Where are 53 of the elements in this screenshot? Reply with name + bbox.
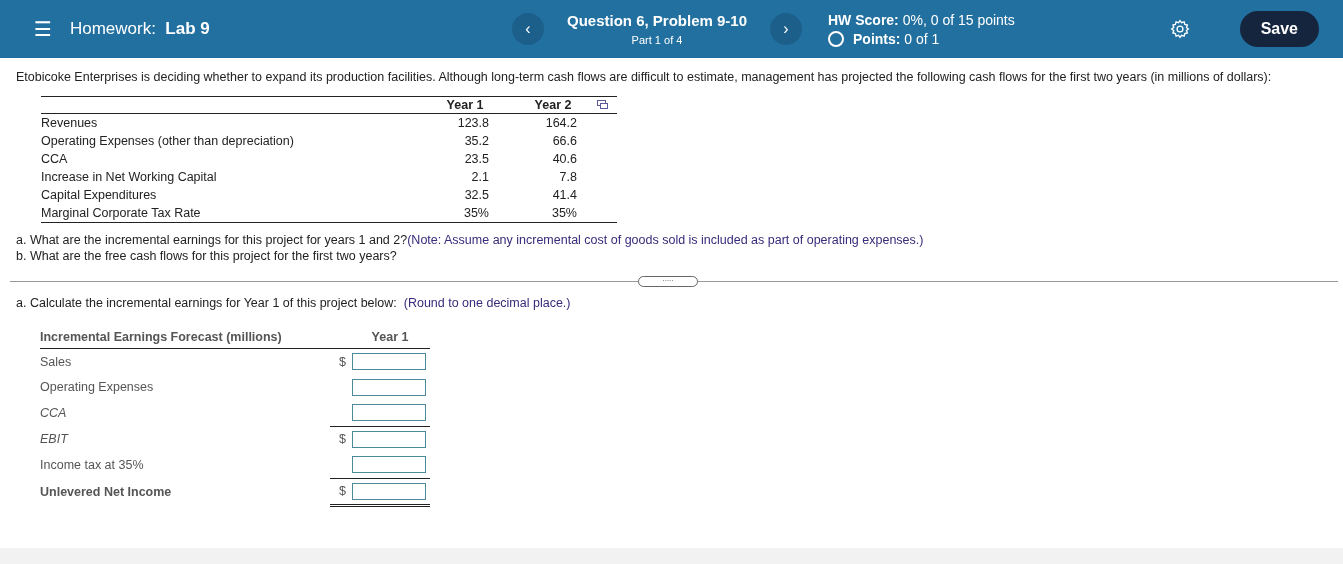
- settings-icon[interactable]: [1169, 19, 1190, 39]
- row-label: Unlevered Net Income: [40, 478, 330, 506]
- table-cell-text: 23.5: [463, 151, 490, 168]
- table-cell: 35%: [509, 204, 597, 223]
- currency-sign: $: [339, 354, 346, 369]
- task-text: a. Calculate the incremental earnings for Year 1 of this project below: (Round to one decimal place.): [16, 296, 572, 310]
- answer-field[interactable]: [352, 430, 426, 448]
- table-cell-text: 66.6: [551, 133, 578, 150]
- answer-field[interactable]: [352, 456, 426, 474]
- row-label: Sales: [40, 348, 330, 375]
- next-button[interactable]: ›: [770, 13, 802, 45]
- question-text: b. What are the free cash flows for this project for the first two years?: [16, 249, 398, 263]
- row-label: Marginal Corporate Tax Rate: [41, 204, 421, 223]
- save-button[interactable]: Save: [1239, 11, 1319, 47]
- table-cell: 164.2: [509, 113, 597, 132]
- answer-field[interactable]: [352, 404, 426, 422]
- resize-handle[interactable]: .....: [638, 276, 698, 287]
- row-label: Operating Expenses: [40, 379, 155, 397]
- table-cell-text: 40.6: [551, 151, 578, 168]
- currency-sign: $: [339, 484, 346, 499]
- intro-text: Etobicoke Enterprises is deciding whether to expand its production facilities. Although long-term cash flows are difficult to estimate, management has projected the following cash flows for the first two years (in millions of dollars):: [16, 70, 1273, 84]
- table-cell-text: 32.5: [463, 187, 490, 204]
- column-header: Year 1: [350, 330, 430, 349]
- table-cell: 35%: [421, 204, 509, 223]
- row-label: Increase in Net Working Capital: [41, 169, 218, 186]
- row-label: Operating Expenses (other than depreciation): [41, 133, 295, 150]
- table-cell-text: 35.2: [463, 133, 490, 150]
- answer-field[interactable]: [352, 378, 426, 396]
- currency-sign: $: [339, 432, 346, 447]
- homework-title: Homework: Lab 9: [69, 19, 210, 39]
- popout-icon[interactable]: [597, 100, 608, 109]
- question-text: a. What are the incremental earnings for this project for years 1 and 2?(Note: Assume any incremental cost of goods sold is included as part of operating expenses.): [16, 233, 925, 247]
- table-cell-text: 7.8: [558, 169, 578, 186]
- previous-button[interactable]: ‹: [512, 13, 544, 45]
- points-label: Points: 0 of 1: [853, 30, 940, 47]
- table-cell-text: 41.4: [551, 187, 578, 204]
- table-title: Incremental Earnings Forecast (millions): [40, 330, 330, 349]
- question-title: Question 6, Problem 9-10: [566, 12, 748, 29]
- table-cell: 123.8: [421, 113, 509, 132]
- column-header: Year 2: [509, 96, 597, 114]
- column-header: Year 1: [421, 96, 509, 114]
- row-label: Capital Expenditures: [41, 187, 158, 204]
- part-label: Part 1 of 4: [631, 34, 683, 46]
- row-label: Revenues: [41, 113, 421, 132]
- answer-field[interactable]: [352, 353, 426, 371]
- row-label: CCA: [40, 400, 330, 426]
- hw-score: HW Score: 0%, 0 of 15 points: [828, 11, 1015, 28]
- status-circle-icon: [828, 30, 844, 47]
- row-label: CCA: [41, 151, 69, 168]
- table-cell-text: 2.1: [470, 169, 490, 186]
- answer-field[interactable]: [352, 482, 426, 500]
- row-label: EBIT: [40, 426, 330, 452]
- row-label: Income tax at 35%: [40, 452, 330, 478]
